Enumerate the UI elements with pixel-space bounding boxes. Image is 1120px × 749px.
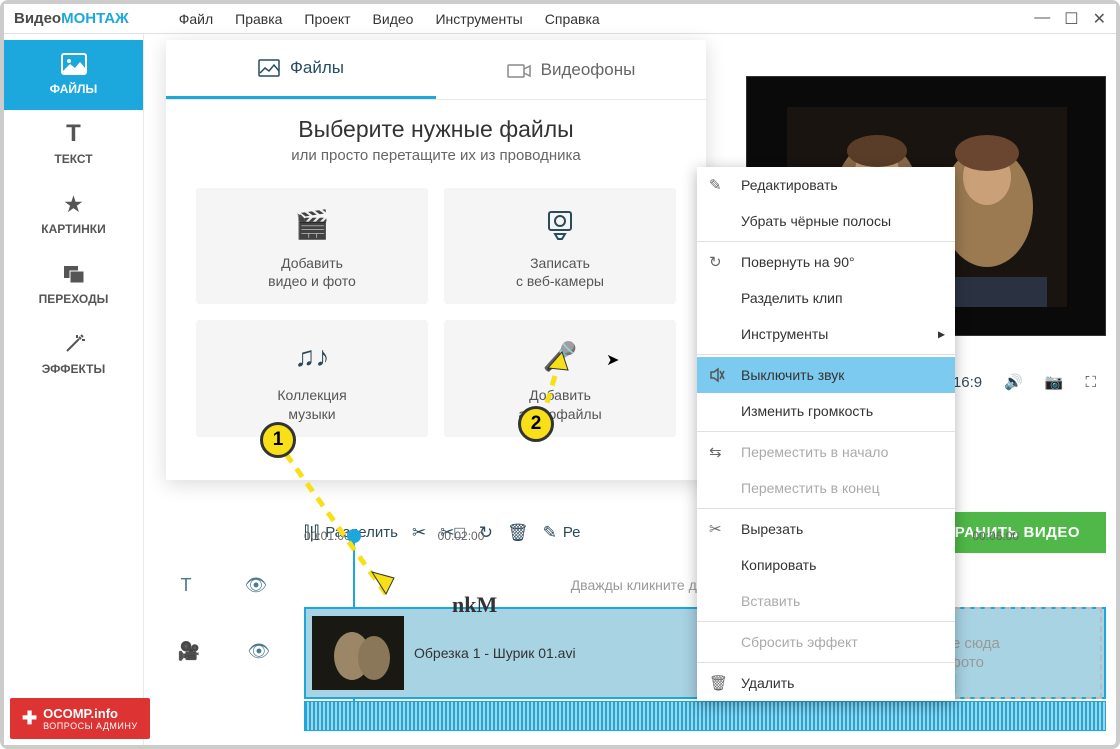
panel-title: Выберите нужные файлы	[166, 116, 706, 143]
audio-waveform[interactable]	[304, 701, 1106, 731]
text-track-head: T👁	[154, 565, 294, 605]
ctx-повернуть-на-90°[interactable]: ↻Повернуть на 90°	[697, 244, 955, 280]
sidebar-transitions[interactable]: ПЕРЕХОДЫ	[4, 250, 143, 320]
t-icon: T	[181, 575, 192, 596]
card-music[interactable]: ♫♪Коллекциямузыки	[196, 320, 428, 436]
sidebar-files[interactable]: ФАЙЛЫ	[4, 40, 143, 110]
volume-icon[interactable]: 🔊	[996, 373, 1031, 391]
video-track-head: 🎥👁	[154, 605, 294, 697]
menu-tools[interactable]: Инструменты	[435, 11, 522, 27]
✎-icon: ✎	[709, 176, 722, 194]
ctx-изменить-громкость[interactable]: Изменить громкость	[697, 393, 955, 429]
panel-subtitle: или просто перетащите их из проводника	[166, 147, 706, 164]
sidebar-text[interactable]: TТЕКСТ	[4, 110, 143, 180]
card-add-video[interactable]: 🎬Добавитьвидео и фото	[196, 188, 428, 304]
clapper-icon: 🎬	[204, 202, 420, 248]
annotation-2: 2	[518, 406, 554, 442]
annotation-1: 1	[260, 422, 296, 458]
✂-icon: ✂	[709, 520, 722, 538]
card-webcam[interactable]: Записатьс веб-камеры	[444, 188, 676, 304]
image-icon	[258, 59, 280, 77]
menu-edit[interactable]: Правка	[235, 11, 282, 27]
star-icon: ★	[60, 190, 88, 218]
minimize-icon[interactable]: —	[1034, 9, 1050, 29]
menu-project[interactable]: Проект	[304, 11, 350, 27]
sidebar-images[interactable]: ★КАРТИНКИ	[4, 180, 143, 250]
context-menu: ✎РедактироватьУбрать чёрные полосы ↻Повер…	[697, 167, 955, 701]
chevron-right-icon: ▸	[938, 326, 945, 343]
mic-icon: 🎤	[452, 334, 668, 380]
ctx-сбросить-эффект: Сбросить эффект	[697, 624, 955, 660]
mute-icon	[709, 367, 725, 383]
sidebar-effects[interactable]: ЭФФЕКТЫ	[4, 320, 143, 390]
wand-icon	[60, 330, 88, 358]
menu-help[interactable]: Справка	[545, 11, 600, 27]
eye-icon[interactable]: 👁	[247, 641, 270, 662]
ctx-переместить-в-начало: ⇆Переместить в начало	[697, 434, 955, 470]
ctx-инструменты[interactable]: Инструменты▸	[697, 316, 955, 352]
files-panel: Файлы Видеофоны Выберите нужные файлы ил…	[166, 40, 706, 480]
eye-icon[interactable]: 👁	[245, 575, 268, 596]
fullscreen-icon[interactable]: ⛶	[1077, 374, 1104, 391]
⇆-icon: ⇆	[709, 443, 722, 461]
annotation-nkm: nkM	[452, 592, 497, 618]
watermark: ✚ OCOMP.infoВОПРОСЫ АДМИНУ	[10, 698, 150, 739]
cursor-icon: ➤	[606, 350, 619, 370]
clip-thumbnail	[312, 616, 404, 690]
ctx-переместить-в-конец: Переместить в конец	[697, 470, 955, 506]
image-icon	[60, 50, 88, 78]
clip-name: Обрезка 1 - Шурик 01.avi	[414, 645, 576, 661]
ctx-удалить[interactable]: 🗑Удалить	[697, 665, 955, 701]
ctx-разделить-клип[interactable]: Разделить клип	[697, 280, 955, 316]
camera-icon: 🎥	[178, 641, 200, 662]
menu-bar: Файл Правка Проект Видео Инструменты Спр…	[179, 11, 600, 27]
music-icon: ♫♪	[204, 334, 420, 380]
app-logo: ВидеоМОНТАЖ	[14, 10, 129, 27]
card-audio[interactable]: 🎤Добавитьаудиофайлы	[444, 320, 676, 436]
text-icon: T	[60, 120, 88, 148]
ctx-вырезать[interactable]: ✂Вырезать	[697, 511, 955, 547]
tab-files[interactable]: Файлы	[166, 40, 436, 99]
timeline: 00:01:00 00:02:00 00:05:00 00:06:00 T👁 🎥…	[154, 529, 1106, 739]
↻-icon: ↻	[709, 253, 722, 271]
snapshot-icon[interactable]: 📷	[1037, 373, 1072, 391]
maximize-icon[interactable]: ☐	[1064, 9, 1078, 29]
ctx-копировать[interactable]: Копировать	[697, 547, 955, 583]
webcam-icon	[452, 202, 668, 248]
ctx-выключить-звук[interactable]: Выключить звук	[697, 357, 955, 393]
ctx-редактировать[interactable]: ✎Редактировать	[697, 167, 955, 203]
menu-file[interactable]: Файл	[179, 11, 213, 27]
tab-backgrounds[interactable]: Видеофоны	[436, 40, 706, 99]
ctx-вставить: Вставить	[697, 583, 955, 619]
camera-icon	[507, 61, 531, 79]
menu-video[interactable]: Видео	[373, 11, 414, 27]
🗑-icon: 🗑	[709, 674, 728, 692]
layers-icon	[60, 260, 88, 288]
ctx-убрать-чёрные-полосы[interactable]: Убрать чёрные полосы	[697, 203, 955, 239]
close-icon[interactable]: ✕	[1093, 9, 1106, 29]
